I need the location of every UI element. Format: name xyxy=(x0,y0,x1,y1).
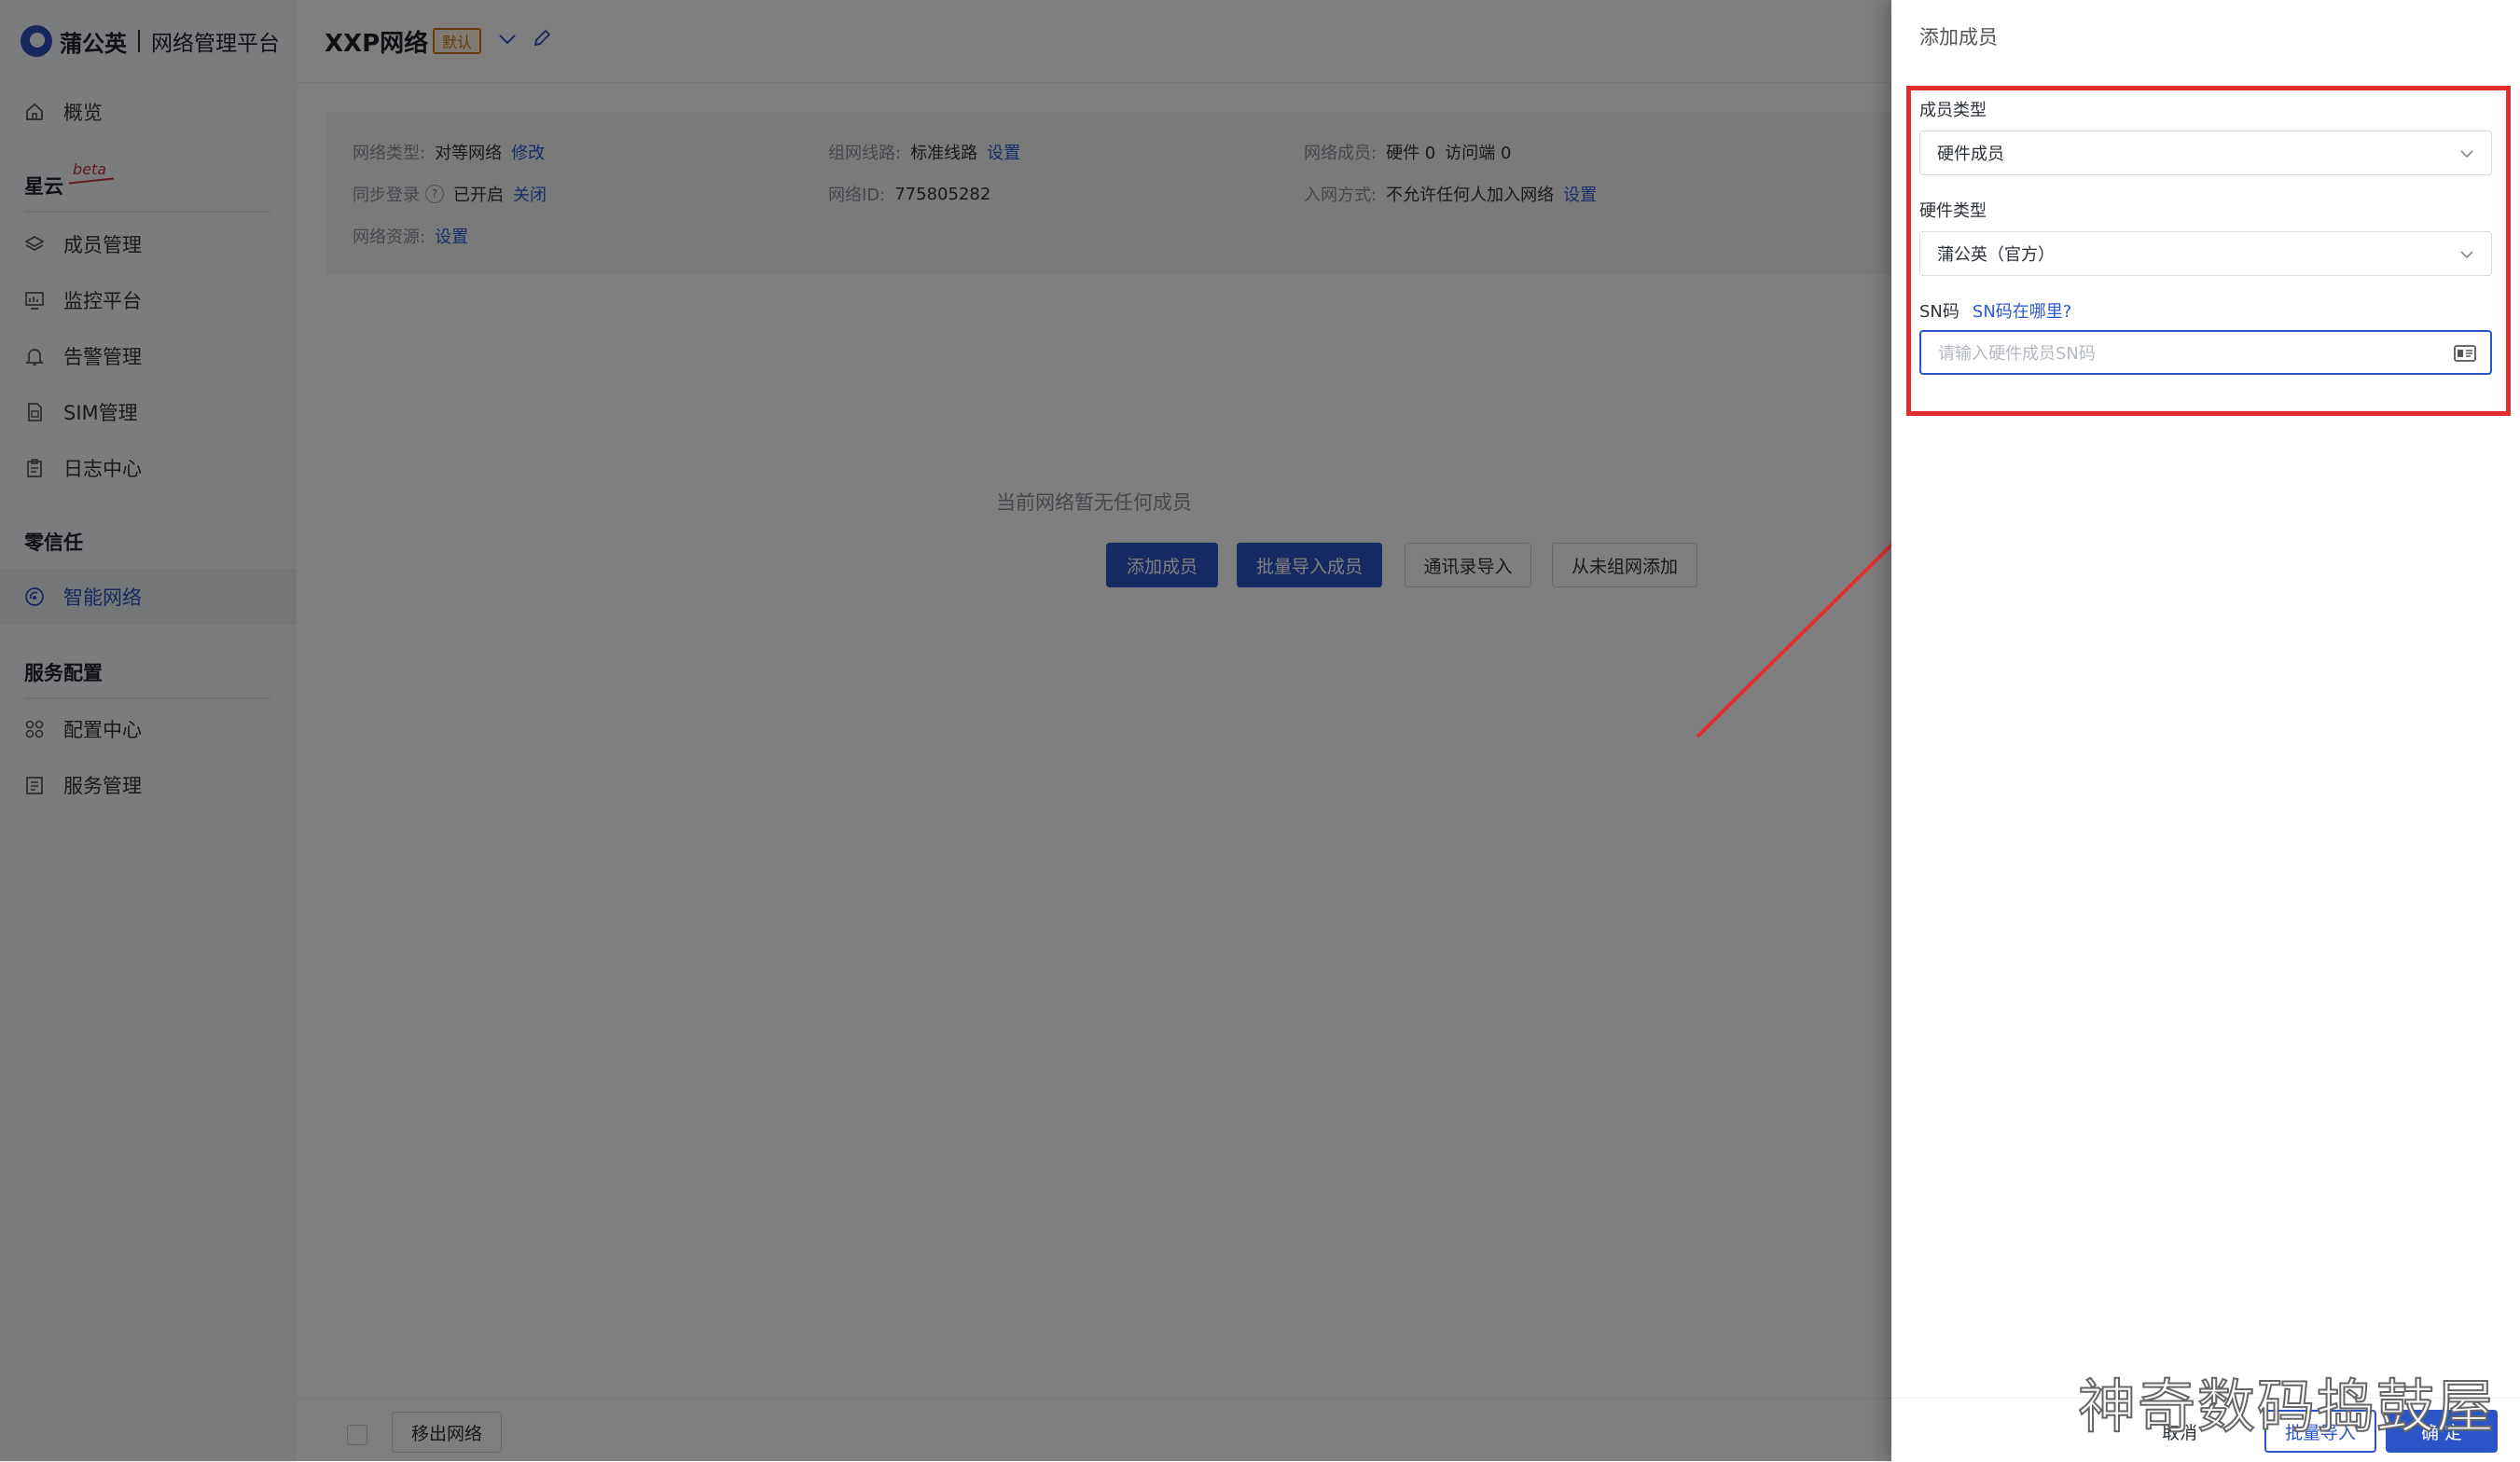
drawer-title: 添加成员 xyxy=(1919,26,1998,48)
watermark: 神奇数码捣鼓屋 xyxy=(2077,1372,2497,1441)
modal-backdrop[interactable] xyxy=(0,0,1891,1461)
annotation-highlight-box xyxy=(1906,86,2511,416)
add-member-drawer: 添加成员 成员类型 硬件成员 硬件类型 蒲公英（官方） SN码 SN码在哪里? … xyxy=(1891,0,2520,1462)
